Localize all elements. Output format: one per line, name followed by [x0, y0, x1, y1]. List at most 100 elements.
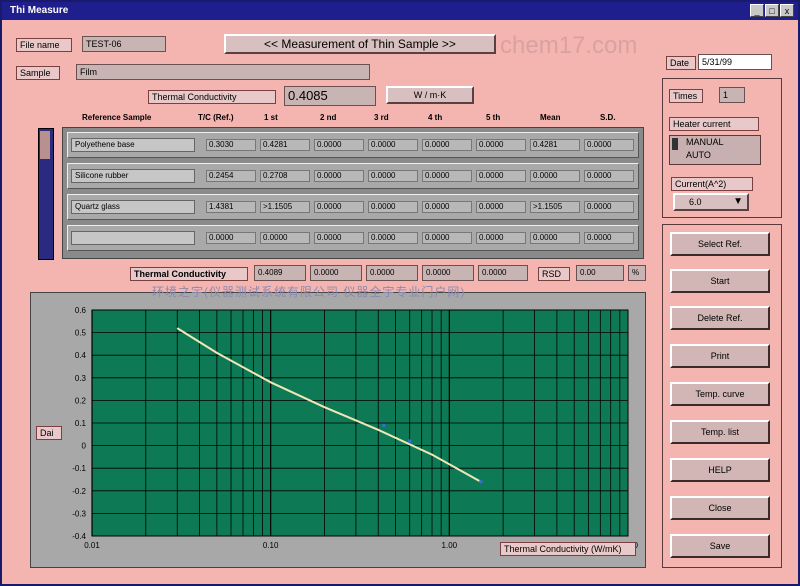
col-header: 2 nd [320, 113, 337, 122]
x-axis-label: Thermal Conductivity (W/mK) [500, 542, 636, 556]
tc-result-cell: 0.4089 [254, 265, 306, 281]
heater-current-label: Heater current [669, 117, 759, 131]
scroll-thumb[interactable] [40, 131, 50, 159]
app-window: Thi Measure _ □ x File name TEST-06 << M… [0, 0, 800, 586]
y-tick-label: -0.1 [72, 464, 86, 473]
row-name[interactable] [71, 231, 195, 245]
table-cell: 0.0000 [584, 201, 634, 213]
maximize-button[interactable]: □ [765, 4, 779, 17]
title-bar: Thi Measure _ □ x [2, 2, 798, 20]
reference-table: Polyethene base 0.3030 0.4281 0.0000 0.0… [62, 127, 644, 259]
print-button[interactable]: Print [670, 344, 770, 368]
row-scroll-strip[interactable] [38, 128, 54, 260]
y-axis-label: Dai [36, 426, 62, 440]
y-tick-label: 0.1 [75, 419, 87, 428]
data-point [407, 439, 412, 443]
auto-option[interactable]: AUTO [686, 150, 711, 160]
y-tick-label: -0.3 [72, 509, 86, 518]
table-cell: 0.0000 [314, 170, 364, 182]
current-select[interactable]: 6.0 ▼ [673, 193, 749, 211]
help-button[interactable]: HELP [670, 458, 770, 482]
times-label: Times [669, 89, 703, 103]
row-name[interactable]: Quartz glass [71, 200, 195, 214]
row-name[interactable]: Polyethene base [71, 138, 195, 152]
table-cell: 0.4281 [530, 139, 580, 151]
col-header: 3 rd [374, 113, 389, 122]
table-cell: 0.0000 [584, 170, 634, 182]
table-cell: 0.0000 [476, 201, 526, 213]
col-header: 4 th [428, 113, 443, 122]
table-cell: 0.0000 [314, 201, 364, 213]
file-name-input[interactable]: TEST-06 [82, 36, 166, 52]
settings-panel: Times 1 Heater current MANUAL AUTO Curre… [662, 78, 782, 218]
table-cell: 1.4381 [206, 201, 256, 213]
temp-list-button[interactable]: Temp. list [670, 420, 770, 444]
table-cell: 0.0000 [314, 139, 364, 151]
unit-label: W / m·K [386, 86, 474, 104]
table-cell: 0.0000 [368, 170, 418, 182]
tc-result-cell: 0.0000 [366, 265, 418, 281]
tc-result-cell: 0.0000 [422, 265, 474, 281]
table-row[interactable]: Silicone rubber 0.2454 0.2708 0.0000 0.0… [67, 163, 639, 189]
table-cell: 0.0000 [476, 232, 526, 244]
x-tick-label: 0.01 [84, 541, 100, 550]
file-name-label: File name [16, 38, 72, 52]
times-input[interactable]: 1 [719, 87, 745, 103]
chevron-down-icon[interactable]: ▼ [733, 195, 743, 209]
table-cell: 0.0000 [422, 170, 472, 182]
start-button[interactable]: Start [670, 269, 770, 293]
data-point [478, 479, 483, 484]
manual-option[interactable]: MANUAL [686, 137, 724, 147]
table-cell: >1.1505 [530, 201, 580, 213]
page-title: << Measurement of Thin Sample >> [224, 34, 496, 54]
table-cell: 0.0000 [530, 232, 580, 244]
y-tick-label: -0.2 [72, 487, 86, 496]
close-button[interactable]: Close [670, 496, 770, 520]
row-name[interactable]: Silicone rubber [71, 169, 195, 183]
col-header: S.D. [600, 113, 616, 122]
minimize-button[interactable]: _ [750, 4, 764, 17]
table-cell: 0.4281 [260, 139, 310, 151]
rsd-label: RSD [538, 267, 570, 281]
x-tick-label: 1.00 [442, 541, 458, 550]
table-cell: 0.0000 [422, 232, 472, 244]
table-cell: 0.0000 [368, 232, 418, 244]
x-tick-label: 0.10 [263, 541, 279, 550]
table-cell: 0.0000 [368, 201, 418, 213]
rsd-value: 0.00 [576, 265, 624, 281]
save-button[interactable]: Save [670, 534, 770, 558]
table-cell: 0.0000 [206, 232, 256, 244]
table-row[interactable]: 0.0000 0.0000 0.0000 0.0000 0.0000 0.000… [67, 225, 639, 251]
col-header: T/C (Ref.) [198, 113, 234, 122]
delete-ref-button[interactable]: Delete Ref. [670, 306, 770, 330]
switch-lever[interactable] [672, 138, 678, 150]
date-field[interactable]: 5/31/99 [698, 54, 772, 70]
y-tick-label: 0 [82, 442, 87, 451]
heater-mode-switch[interactable]: MANUAL AUTO [669, 135, 761, 165]
watermark-text: chem17.com [500, 32, 638, 59]
table-cell: 0.2454 [206, 170, 256, 182]
table-cell: 0.0000 [530, 170, 580, 182]
tc-results-label: Thermal Conductivity [130, 267, 248, 281]
sample-input[interactable]: Film [76, 64, 370, 80]
thermal-conductivity-value: 0.4085 [284, 86, 376, 106]
table-cell: 0.2708 [260, 170, 310, 182]
col-header: Mean [540, 113, 561, 122]
chart-svg: 0.60.50.40.30.20.10-0.1-0.2-0.3-0.40.01 0… [72, 306, 638, 550]
data-point [382, 423, 386, 428]
table-cell: 0.0000 [368, 139, 418, 151]
date-label: Date [666, 56, 696, 70]
current-select-value: 6.0 [689, 197, 702, 207]
col-header: Reference Sample [82, 113, 152, 122]
y-tick-label: 0.4 [75, 351, 87, 360]
table-cell: 0.0000 [584, 139, 634, 151]
table-row[interactable]: Polyethene base 0.3030 0.4281 0.0000 0.0… [67, 132, 639, 158]
table-cell: 0.0000 [422, 139, 472, 151]
table-row[interactable]: Quartz glass 1.4381 >1.1505 0.0000 0.000… [67, 194, 639, 220]
close-window-button[interactable]: x [780, 4, 794, 17]
col-header: 1 st [264, 113, 278, 122]
select-ref-button[interactable]: Select Ref. [670, 232, 770, 256]
sample-label: Sample [16, 66, 60, 80]
table-cell: 0.0000 [476, 139, 526, 151]
temp-curve-button[interactable]: Temp. curve [670, 382, 770, 406]
